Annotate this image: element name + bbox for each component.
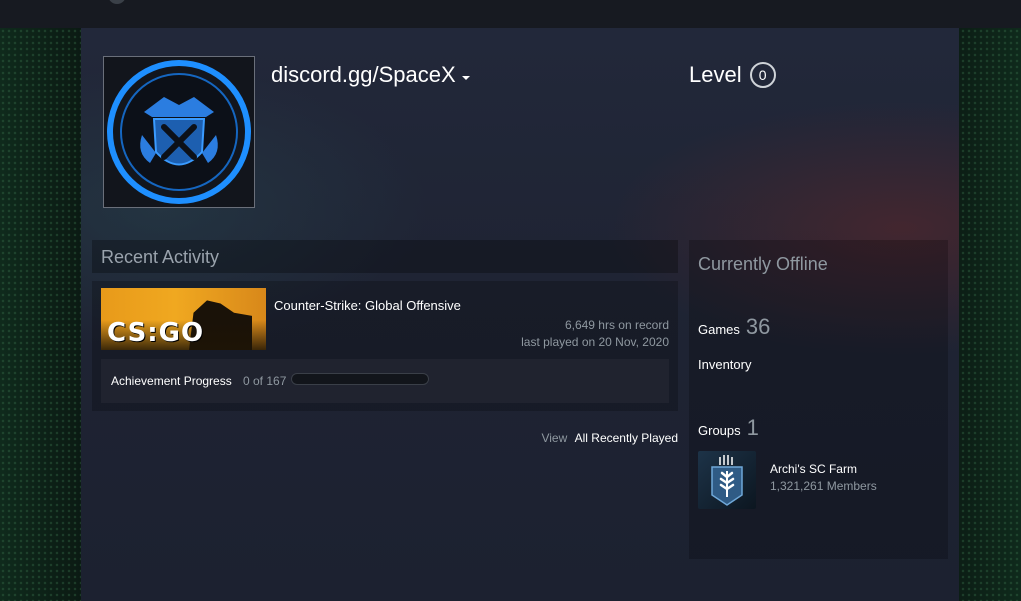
persona-name: discord.gg/SpaceX (271, 62, 456, 87)
avatar-emblem-icon (107, 60, 251, 204)
game-last-played: last played on 20 Nov, 2020 (521, 335, 669, 349)
groups-label: Groups (698, 423, 741, 438)
online-status: Currently Offline (698, 254, 828, 274)
profile-sidebar: Currently Offline Games 36 Inventory Gro… (689, 240, 948, 559)
achievement-progress-bar (291, 373, 429, 385)
csgo-logo: CS:GO (107, 318, 205, 348)
profile-avatar[interactable] (103, 56, 255, 208)
recent-activity-header: Recent Activity (92, 240, 678, 273)
recent-game-card: CS:GO Counter-Strike: Global Offensive 6… (92, 281, 678, 411)
level-badge[interactable]: 0 (749, 62, 776, 88)
game-name-link[interactable]: Counter-Strike: Global Offensive (274, 298, 461, 313)
group-avatar[interactable] (698, 451, 756, 509)
chevron-down-icon (461, 76, 470, 80)
view-all-recently-played: View All Recently Played (92, 431, 678, 445)
profile-content: discord.gg/SpaceX Level 0 Recent Activit… (81, 28, 959, 601)
group-name-link[interactable]: Archi's SC Farm (770, 462, 857, 476)
all-recently-played-link[interactable]: All Recently Played (575, 431, 678, 445)
view-all-prefix: View (541, 431, 568, 445)
group-member-count: 1,321,261 Members (770, 479, 877, 493)
games-label: Games (698, 322, 740, 337)
wheat-shield-icon (711, 455, 743, 506)
top-nav-bar (0, 0, 1021, 28)
achievement-label: Achievement Progress (111, 374, 232, 388)
game-hours: 6,649 hrs on record (564, 318, 669, 332)
game-capsule-image[interactable]: CS:GO (101, 288, 266, 350)
groups-count: 1 (746, 415, 759, 440)
level-label: Level (689, 62, 742, 87)
games-link[interactable]: Games 36 (698, 314, 770, 340)
games-count: 36 (745, 314, 771, 339)
achievement-progress-row[interactable]: Achievement Progress 0 of 167 (101, 359, 669, 403)
inventory-link[interactable]: Inventory (698, 357, 751, 372)
groups-link[interactable]: Groups 1 (698, 415, 759, 441)
profile-level: Level 0 (689, 62, 776, 88)
nav-logo-fragment (108, 0, 126, 4)
achievement-count: 0 of 167 (243, 374, 287, 388)
persona-name-dropdown[interactable]: discord.gg/SpaceX (271, 62, 470, 88)
recent-activity-title: Recent Activity (101, 247, 220, 267)
